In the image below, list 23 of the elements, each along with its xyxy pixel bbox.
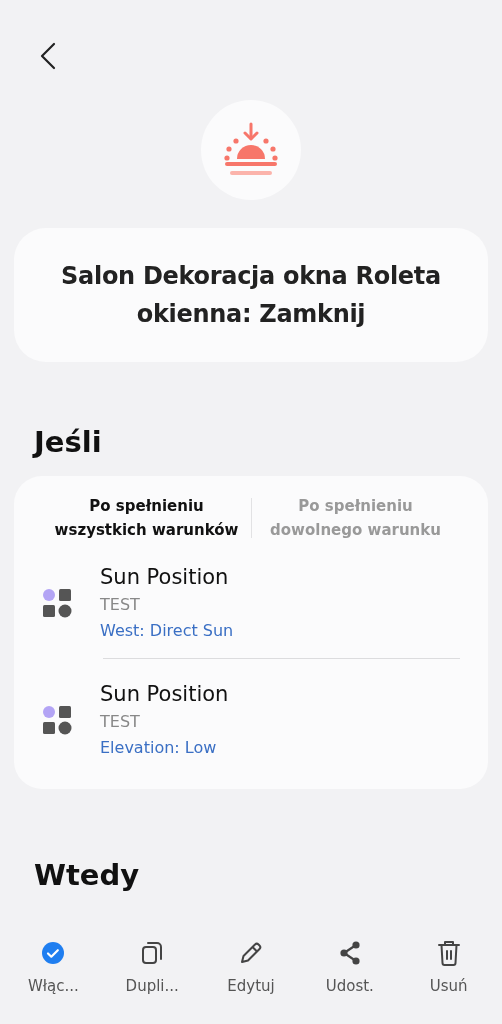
condition-value: Elevation: Low: [100, 737, 218, 759]
condition-value: West: Direct Sun: [100, 620, 234, 642]
section-heading: Wtedy: [33, 857, 141, 894]
back-icon[interactable]: [40, 42, 56, 70]
action-button[interactable]: Edytuj: [227, 976, 275, 996]
condition-mode-tab[interactable]: Po spełnieniu wszystkich warunków: [46, 494, 247, 542]
condition-name[interactable]: Sun Position: [100, 679, 229, 709]
action-button[interactable]: Udost.: [325, 976, 374, 996]
trash-icon: [436, 939, 461, 967]
action-button[interactable]: Usuń: [429, 976, 468, 996]
scene-title: Salon Dekoracja okna Roleta okienna: Zamknij: [60, 261, 442, 330]
section-heading: Jeśli: [31, 424, 103, 461]
condition-name[interactable]: Sun Position: [100, 562, 234, 592]
device-name: TEST: [100, 594, 141, 616]
action-button[interactable]: Włąc...: [27, 976, 79, 996]
pencil-icon: [238, 940, 264, 966]
action-button[interactable]: Dupli...: [125, 976, 179, 996]
copy-icon: [141, 941, 164, 965]
shapes-icon: [42, 588, 72, 618]
shapes-icon: [42, 705, 72, 735]
sunset-icon: [224, 122, 278, 178]
device-name: TEST: [100, 711, 141, 733]
share-icon: [337, 940, 362, 966]
